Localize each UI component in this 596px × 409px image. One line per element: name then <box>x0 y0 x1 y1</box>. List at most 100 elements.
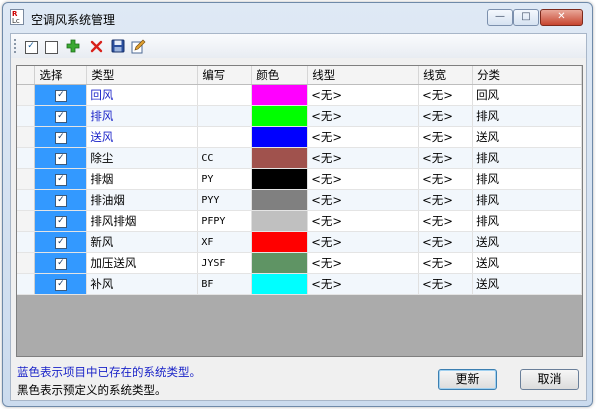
line-type-cell[interactable]: <无> <box>307 84 420 106</box>
color-cell[interactable] <box>251 189 309 211</box>
abbr-cell[interactable] <box>197 126 253 148</box>
select-cell[interactable]: ✓ <box>34 147 88 169</box>
category-cell[interactable]: 送风 <box>472 273 582 295</box>
abbr-cell[interactable]: JYSF <box>197 252 253 274</box>
line-width-cell[interactable]: <无> <box>418 210 474 232</box>
type-cell[interactable]: 排油烟 <box>86 189 199 211</box>
color-cell[interactable] <box>251 147 309 169</box>
abbr-cell[interactable]: PFPY <box>197 210 253 232</box>
color-swatch[interactable] <box>252 211 307 231</box>
row-header[interactable] <box>17 231 36 253</box>
abbr-cell[interactable] <box>197 84 253 106</box>
type-cell[interactable]: 排烟 <box>86 168 199 190</box>
color-swatch[interactable] <box>252 169 307 189</box>
color-swatch[interactable] <box>252 127 307 147</box>
column-header-line-width[interactable]: 线宽 <box>418 66 474 85</box>
row-checkbox[interactable]: ✓ <box>54 215 67 228</box>
line-width-cell[interactable]: <无> <box>418 147 474 169</box>
type-cell[interactable]: 排风排烟 <box>86 210 199 232</box>
line-type-cell[interactable]: <无> <box>307 210 420 232</box>
row-header[interactable] <box>17 168 36 190</box>
line-type-cell[interactable]: <无> <box>307 252 420 274</box>
row-header[interactable] <box>17 252 36 274</box>
table-row[interactable]: ✓ 新风 XF <无> <无> 送风 <box>17 231 582 253</box>
column-header-category[interactable]: 分类 <box>472 66 582 85</box>
color-swatch[interactable] <box>252 190 307 210</box>
abbr-cell[interactable]: PY <box>197 168 253 190</box>
check-all-icon[interactable]: ✓ <box>23 38 39 54</box>
category-cell[interactable]: 排风 <box>472 105 582 127</box>
table-row[interactable]: ✓ 排油烟 PYY <无> <无> 排风 <box>17 189 582 211</box>
select-cell[interactable]: ✓ <box>34 189 88 211</box>
cancel-button[interactable]: 取消 <box>520 369 579 390</box>
column-header-line-type[interactable]: 线型 <box>307 66 420 85</box>
line-width-cell[interactable]: <无> <box>418 105 474 127</box>
row-checkbox[interactable]: ✓ <box>54 278 67 291</box>
type-cell[interactable]: 新风 <box>86 231 199 253</box>
type-cell[interactable]: 排风 <box>86 105 199 127</box>
row-checkbox[interactable]: ✓ <box>54 173 67 186</box>
select-cell[interactable]: ✓ <box>34 84 88 106</box>
table-row[interactable]: ✓ 回风 <无> <无> 回风 <box>17 84 582 106</box>
color-swatch[interactable] <box>252 274 307 294</box>
category-cell[interactable]: 排风 <box>472 168 582 190</box>
select-cell[interactable]: ✓ <box>34 210 88 232</box>
line-type-cell[interactable]: <无> <box>307 189 420 211</box>
row-header[interactable] <box>17 273 36 295</box>
line-width-cell[interactable]: <无> <box>418 126 474 148</box>
color-swatch[interactable] <box>252 106 307 126</box>
minimize-button[interactable]: — <box>487 9 513 26</box>
line-width-cell[interactable]: <无> <box>418 231 474 253</box>
row-checkbox[interactable]: ✓ <box>54 152 67 165</box>
abbr-cell[interactable]: XF <box>197 231 253 253</box>
maximize-button[interactable]: □ <box>513 9 539 26</box>
table-row[interactable]: ✓ 排风排烟 PFPY <无> <无> 排风 <box>17 210 582 232</box>
row-header[interactable] <box>17 147 36 169</box>
color-cell[interactable] <box>251 210 309 232</box>
color-swatch[interactable] <box>252 148 307 168</box>
row-checkbox[interactable]: ✓ <box>54 257 67 270</box>
toolbar-grip[interactable] <box>14 39 18 53</box>
color-swatch[interactable] <box>252 232 307 252</box>
row-header[interactable] <box>17 210 36 232</box>
type-cell[interactable]: 回风 <box>86 84 199 106</box>
edit-icon[interactable] <box>130 38 146 54</box>
table-row[interactable]: ✓ 补风 BF <无> <无> 送风 <box>17 273 582 295</box>
type-cell[interactable]: 除尘 <box>86 147 199 169</box>
category-cell[interactable]: 排风 <box>472 147 582 169</box>
category-cell[interactable]: 排风 <box>472 189 582 211</box>
category-cell[interactable]: 送风 <box>472 231 582 253</box>
row-header[interactable] <box>17 105 36 127</box>
line-type-cell[interactable]: <无> <box>307 126 420 148</box>
title-bar[interactable]: R Lc 空调风系统管理 — □ ✕ <box>3 3 592 33</box>
save-icon[interactable] <box>110 38 126 54</box>
column-header-abbr[interactable]: 编写 <box>197 66 253 85</box>
color-swatch[interactable] <box>252 85 307 105</box>
line-width-cell[interactable]: <无> <box>418 189 474 211</box>
table-row[interactable]: ✓ 除尘 CC <无> <无> 排风 <box>17 147 582 169</box>
table-row[interactable]: ✓ 排烟 PY <无> <无> 排风 <box>17 168 582 190</box>
close-button[interactable]: ✕ <box>540 9 583 26</box>
abbr-cell[interactable]: PYY <box>197 189 253 211</box>
color-cell[interactable] <box>251 84 309 106</box>
row-header[interactable] <box>17 126 36 148</box>
delete-icon[interactable] <box>88 38 104 54</box>
line-width-cell[interactable]: <无> <box>418 168 474 190</box>
row-checkbox[interactable]: ✓ <box>54 110 67 123</box>
row-header[interactable] <box>17 84 36 106</box>
uncheck-all-icon[interactable] <box>43 38 59 54</box>
select-cell[interactable]: ✓ <box>34 252 88 274</box>
category-cell[interactable]: 排风 <box>472 210 582 232</box>
line-type-cell[interactable]: <无> <box>307 147 420 169</box>
type-cell[interactable]: 送风 <box>86 126 199 148</box>
select-cell[interactable]: ✓ <box>34 126 88 148</box>
row-header[interactable] <box>17 189 36 211</box>
table-row[interactable]: ✓ 加压送风 JYSF <无> <无> 送风 <box>17 252 582 274</box>
line-width-cell[interactable]: <无> <box>418 84 474 106</box>
color-cell[interactable] <box>251 168 309 190</box>
color-swatch[interactable] <box>252 253 307 273</box>
select-cell[interactable]: ✓ <box>34 231 88 253</box>
type-cell[interactable]: 加压送风 <box>86 252 199 274</box>
column-header-type[interactable]: 类型 <box>86 66 199 85</box>
line-width-cell[interactable]: <无> <box>418 252 474 274</box>
